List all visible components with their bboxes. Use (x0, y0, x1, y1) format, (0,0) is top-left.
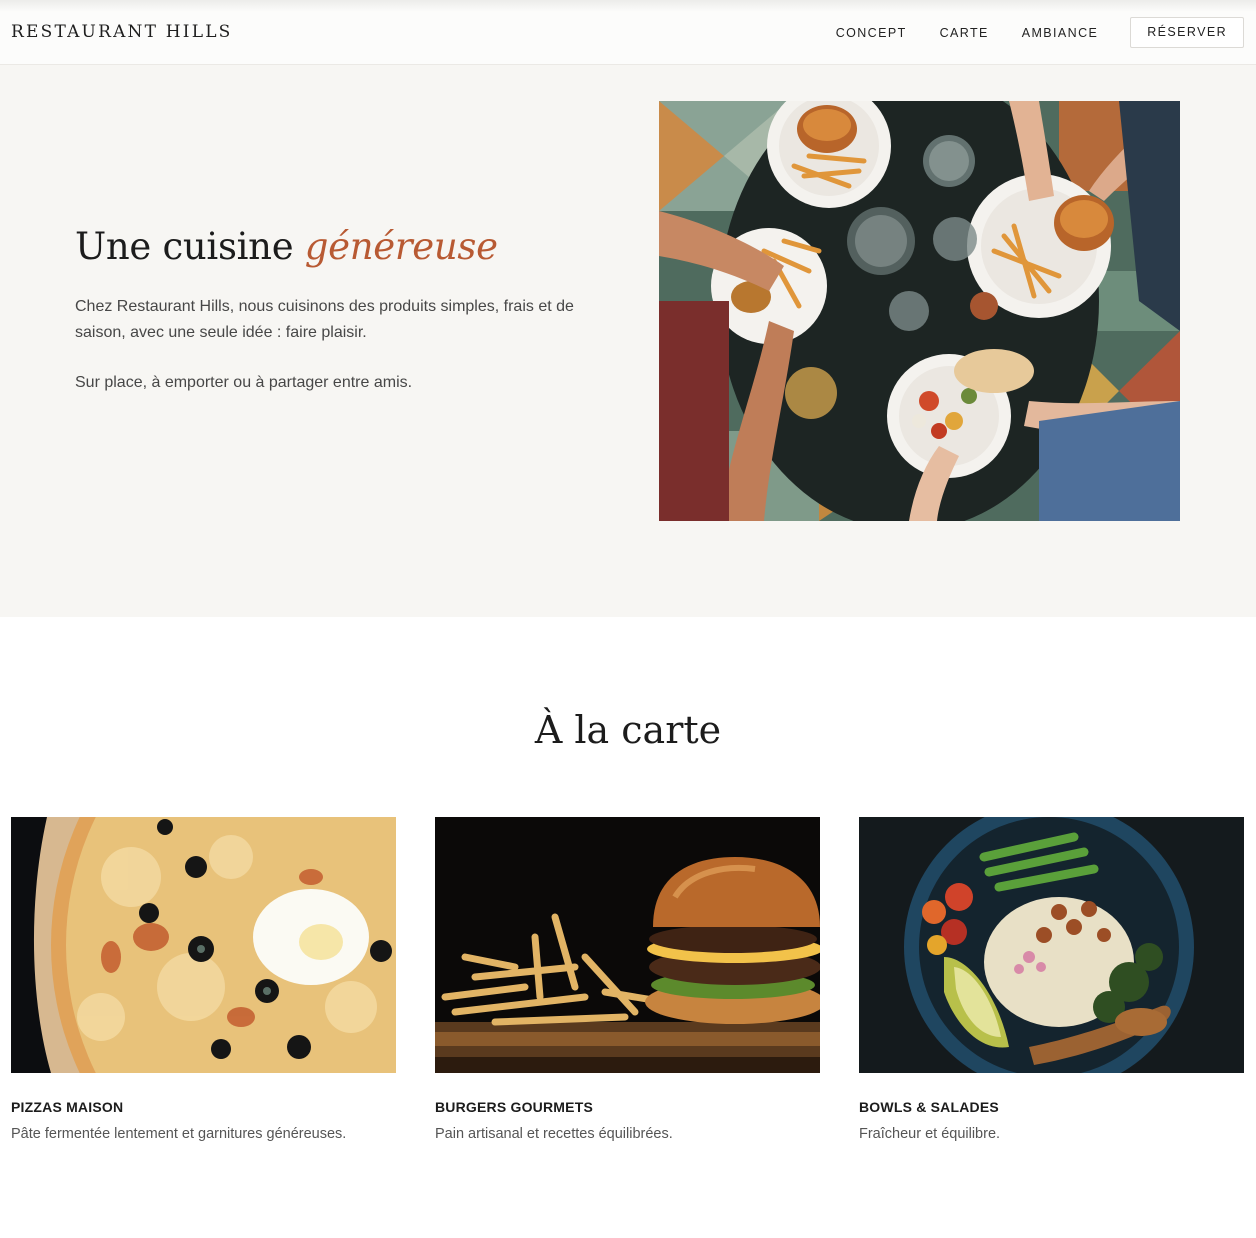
hero-paragraph-options: Sur place, à emporter ou à partager entr… (75, 374, 413, 391)
menu-card-title: BURGERS GOURMETS (435, 1099, 593, 1115)
menu-card-title: BOWLS & SALADES (859, 1099, 999, 1115)
burger-photo (435, 817, 820, 1073)
site-header: RESTAURANT HILLS CONCEPT CARTE AMBIANCE … (0, 0, 1256, 65)
menu-card-title: PIZZAS MAISON (11, 1099, 124, 1115)
nav-link-concept[interactable]: CONCEPT (836, 26, 907, 40)
menu-card-pizzas[interactable]: PIZZAS MAISON Pâte fermentée lentement e… (11, 817, 396, 1142)
menu-card-bowls[interactable]: BOWLS & SALADES Fraîcheur et équilibre. (859, 817, 1244, 1142)
pizza-photo (11, 817, 396, 1073)
site-logo[interactable]: RESTAURANT HILLS (11, 22, 233, 42)
menu-card-burgers[interactable]: BURGERS GOURMETS Pain artisanal et recet… (435, 817, 820, 1142)
menu-card-description: Pain artisanal et recettes équilibrées. (435, 1126, 673, 1142)
hero-paragraph-intro: Chez Restaurant Hills, nous cuisinons de… (75, 298, 574, 341)
reserve-button[interactable]: RÉSERVER (1130, 17, 1244, 48)
nav-link-ambiance[interactable]: AMBIANCE (1022, 26, 1099, 40)
menu-card-description: Fraîcheur et équilibre. (859, 1126, 1001, 1142)
bowl-photo (859, 817, 1244, 1073)
hero-table-photo (659, 101, 1180, 521)
hero-title: Une cuisine généreuse (75, 225, 498, 268)
menu-card-description: Pâte fermentée lentement et garnitures g… (11, 1126, 347, 1142)
hero-title-accent: généreuse (304, 225, 498, 268)
nav-link-carte[interactable]: CARTE (940, 26, 989, 40)
hero-title-plain: Une cuisine (75, 225, 305, 268)
carte-section-title: À la carte (534, 708, 722, 752)
main-nav: CONCEPT CARTE AMBIANCE RÉSERVER (836, 17, 1244, 48)
hero-section: Une cuisine généreuse Chez Restaurant Hi… (0, 65, 1256, 617)
